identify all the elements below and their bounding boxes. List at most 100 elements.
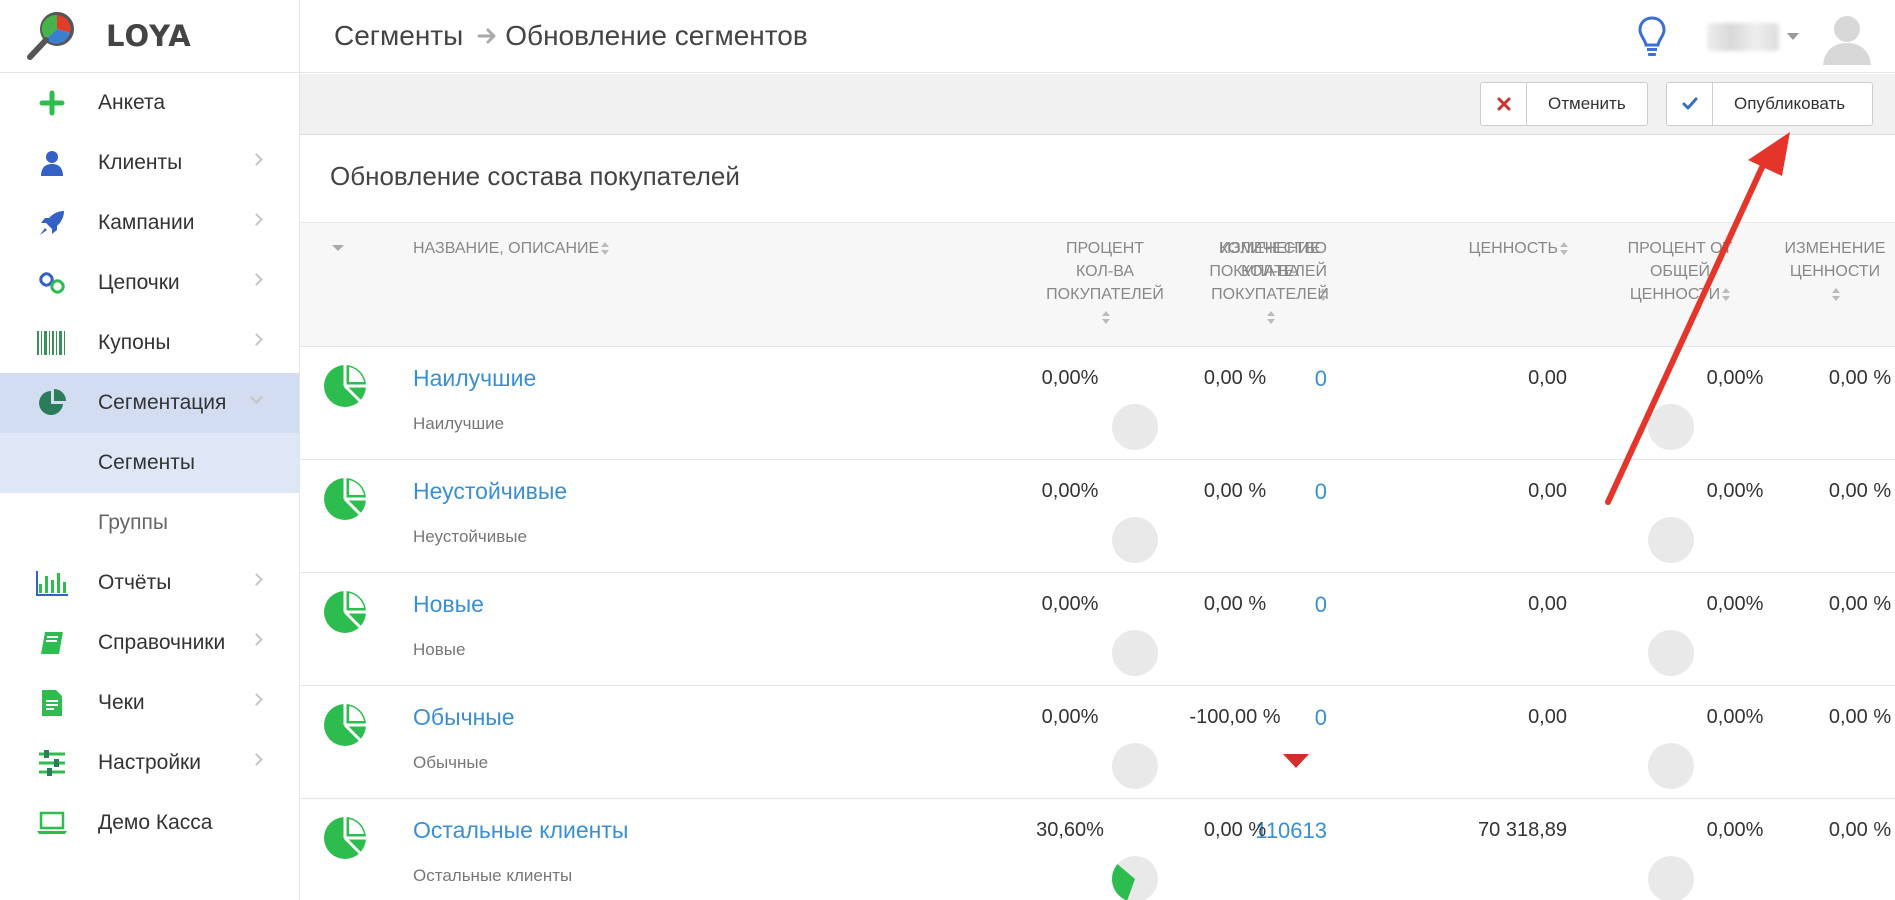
segment-name-link[interactable]: Новые — [413, 591, 484, 618]
sidebar-item-label: Клиенты — [98, 151, 183, 174]
segment-pie-icon — [322, 476, 368, 522]
sort-icon — [601, 241, 610, 256]
sidebar-item-receipt[interactable]: Чеки — [0, 673, 299, 733]
value-percent: 0,00% — [1706, 593, 1764, 615]
sidebar-item-book[interactable]: Справочники — [0, 613, 299, 673]
value-change: 0,00 % — [1828, 706, 1892, 728]
arrow-right-icon — [477, 28, 496, 44]
sidebar-item-label: Демо Касса — [98, 811, 213, 834]
sidebar-item-sliders[interactable]: Настройки — [0, 733, 299, 793]
segment-description: Неустойчивые — [413, 527, 527, 546]
col-header-name[interactable]: НАЗВАНИЕ, ОПИСАНИЕ — [413, 237, 610, 260]
rocket-icon — [35, 206, 69, 240]
sidebar-item-laptop[interactable]: Демо Касса — [0, 793, 299, 853]
buyers-change: 0,00 % — [1203, 480, 1267, 502]
segment-value: 0,00 — [1528, 593, 1567, 615]
lightbulb-icon[interactable] — [1637, 15, 1667, 59]
sidebar-item-barcode[interactable]: Купоны — [0, 313, 299, 373]
app-name: LOYA — [106, 19, 192, 53]
trend-down-icon — [1283, 754, 1309, 768]
top-header: Сегменты Обновление сегментов — [300, 0, 1895, 73]
segment-value: 0,00 — [1528, 480, 1567, 502]
sidebar-item-rocket[interactable]: Кампании — [0, 193, 299, 253]
segment-pie-icon — [322, 702, 368, 748]
chevron-right-icon — [250, 273, 263, 286]
col-header-chg-count[interactable]: ИЗМЕНЕНИЕ КОЛ-ВА ПОКУПАТЕЛЕЙ — [1200, 237, 1340, 329]
bar-chart-icon — [35, 566, 69, 600]
segment-name-link[interactable]: Наилучшие — [413, 365, 536, 392]
sidebar: LOYA Анкета Клиенты Кампании Цепочки Купоны С… — [0, 0, 300, 900]
buyers-percent: 0,00% — [1041, 706, 1099, 728]
user-icon — [35, 146, 69, 180]
sidebar-item-label: Сегментация — [98, 391, 227, 414]
sidebar-subitem-0[interactable]: Сегменты — [0, 433, 299, 493]
sidebar-subitem-1[interactable]: Группы — [0, 493, 299, 553]
sidebar-item-bar-chart[interactable]: Отчёты — [0, 553, 299, 613]
buyers-share-donut — [1112, 517, 1158, 563]
buyers-count-link[interactable]: 0 — [1315, 705, 1327, 731]
sort-icon — [1832, 287, 1840, 302]
breadcrumb-item-segments[interactable]: Сегменты — [334, 20, 463, 52]
buyers-count-link[interactable]: 0 — [1315, 366, 1327, 392]
segment-description: Новые — [413, 640, 466, 659]
segment-description: Остальные клиенты — [413, 866, 573, 885]
buyers-change: 0,00 % — [1203, 367, 1267, 389]
close-icon — [1481, 83, 1527, 125]
plus-icon — [35, 86, 69, 120]
sidebar-item-label: Справочники — [98, 631, 226, 654]
col-header-pct-count[interactable]: ПРОЦЕНТ КОЛ-ВА ПОКУПАТЕЛЕЙ — [1035, 237, 1175, 329]
segment-value: 0,00 — [1528, 367, 1567, 389]
buyers-change: 0,00 % — [1203, 819, 1267, 841]
segment-name-link[interactable]: Обычные — [413, 704, 515, 731]
segment-value: 70 318,89 — [1478, 819, 1567, 841]
chevron-down-icon[interactable] — [1787, 33, 1799, 40]
col-header-pct-value[interactable]: ПРОЦЕНТ ОТ ОБЩЕЙ ЦЕННОСТИ — [1605, 237, 1755, 306]
sidebar-item-label: Кампании — [98, 211, 195, 234]
buyers-count-link[interactable]: 0 — [1315, 592, 1327, 618]
buyers-percent: 0,00% — [1041, 593, 1099, 615]
publish-button[interactable]: Опубликовать — [1666, 82, 1873, 126]
logo[interactable]: LOYA — [0, 0, 299, 73]
chevron-down-icon[interactable] — [332, 245, 344, 251]
chevron-right-icon — [250, 213, 263, 226]
receipt-icon — [35, 686, 69, 720]
col-header-chg-value[interactable]: ИЗМЕНЕНИЕ ЦЕННОСТИ — [1770, 237, 1895, 306]
segment-name-link[interactable]: Остальные клиенты — [413, 817, 628, 844]
logo-icon — [27, 12, 74, 60]
breadcrumb: Сегменты Обновление сегментов — [334, 20, 808, 52]
table-row: Новые Новые 0 0,00% 0,00 % 0,00 0,00% 0,00 % — [300, 573, 1895, 686]
value-change: 0,00 % — [1828, 593, 1892, 615]
breadcrumb-item-current: Обновление сегментов — [505, 20, 808, 51]
value-percent: 0,00% — [1706, 819, 1764, 841]
sidebar-item-label: Анкета — [98, 91, 166, 114]
check-icon — [1667, 83, 1713, 125]
cancel-button[interactable]: Отменить — [1480, 82, 1648, 126]
value-change: 0,00 % — [1828, 367, 1892, 389]
buyers-count-link[interactable]: 0 — [1315, 479, 1327, 505]
chevron-down-icon — [250, 391, 263, 404]
pie-icon — [35, 386, 69, 420]
link-icon — [35, 266, 69, 300]
value-share-donut — [1648, 404, 1694, 450]
sidebar-item-pie[interactable]: Сегментация — [0, 373, 299, 433]
buyers-change: 0,00 % — [1203, 593, 1267, 615]
sidebar-item-link[interactable]: Цепочки — [0, 253, 299, 313]
value-share-donut — [1648, 630, 1694, 676]
book-icon — [35, 626, 69, 660]
sort-icon — [1102, 310, 1110, 325]
sidebar-nav: Анкета Клиенты Кампании Цепочки Купоны Сегмен… — [0, 73, 299, 853]
chevron-right-icon — [250, 573, 263, 586]
avatar[interactable] — [1819, 9, 1875, 65]
table-row: Неустойчивые Неустойчивые 0 0,00% 0,00 % 0,00… — [300, 460, 1895, 573]
sidebar-item-user[interactable]: Клиенты — [0, 133, 299, 193]
segment-name-link[interactable]: Неустойчивые — [413, 478, 567, 505]
buyers-share-donut — [1112, 856, 1158, 900]
value-share-donut — [1648, 517, 1694, 563]
laptop-icon — [35, 806, 69, 840]
col-header-value[interactable]: ЦЕННОСТЬ — [1469, 237, 1568, 260]
table-body: Наилучшие Наилучшие 0 0,00% 0,00 % 0,00 0,00% 0… — [300, 347, 1895, 900]
chevron-right-icon — [250, 153, 263, 166]
sidebar-item-plus[interactable]: Анкета — [0, 73, 299, 133]
buyers-percent: 0,00% — [1041, 367, 1099, 389]
user-name-blurred[interactable] — [1707, 22, 1779, 51]
